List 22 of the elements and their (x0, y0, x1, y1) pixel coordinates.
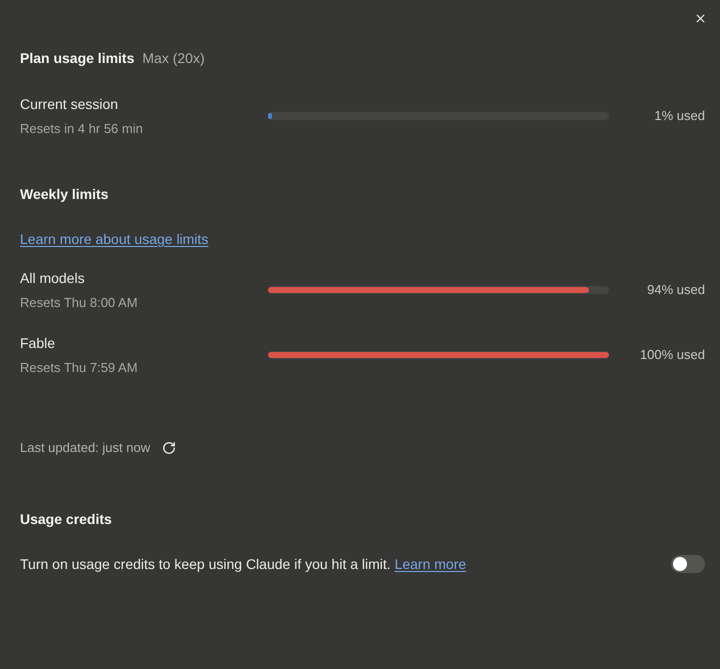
limit-name: Fable (20, 334, 56, 353)
reset-time: Resets in 4 hr 56 min (20, 120, 144, 138)
plan-name: Max (20x) (142, 49, 205, 68)
limit-name: All models (20, 269, 86, 288)
usage-reading: 94% used (647, 281, 705, 299)
section-title: Plan usage limits (20, 49, 134, 68)
close-button[interactable] (694, 12, 707, 25)
close-icon (694, 12, 707, 25)
reset-time: Resets Thu 7:59 AM (20, 359, 139, 377)
refresh-icon (162, 441, 176, 455)
section-title: Usage credits (20, 511, 112, 527)
toggle-switch[interactable] (671, 555, 705, 573)
learn-more-link[interactable]: Learn more (394, 556, 466, 572)
usage-reading: 1% used (654, 107, 705, 125)
limit-name: Current session (20, 95, 120, 114)
reset-time: Resets Thu 8:00 AM (20, 294, 139, 312)
learn-more-link[interactable]: Learn more about usage limits (20, 229, 208, 249)
last-updated-text: Last updated: just now (20, 439, 150, 457)
refresh-button[interactable] (162, 441, 176, 455)
usage-reading: 100% used (640, 346, 705, 364)
credits-description: Turn on usage credits to keep using Claude if you hit a limit. Learn more (20, 555, 466, 574)
section-title: Weekly limits (20, 186, 108, 202)
